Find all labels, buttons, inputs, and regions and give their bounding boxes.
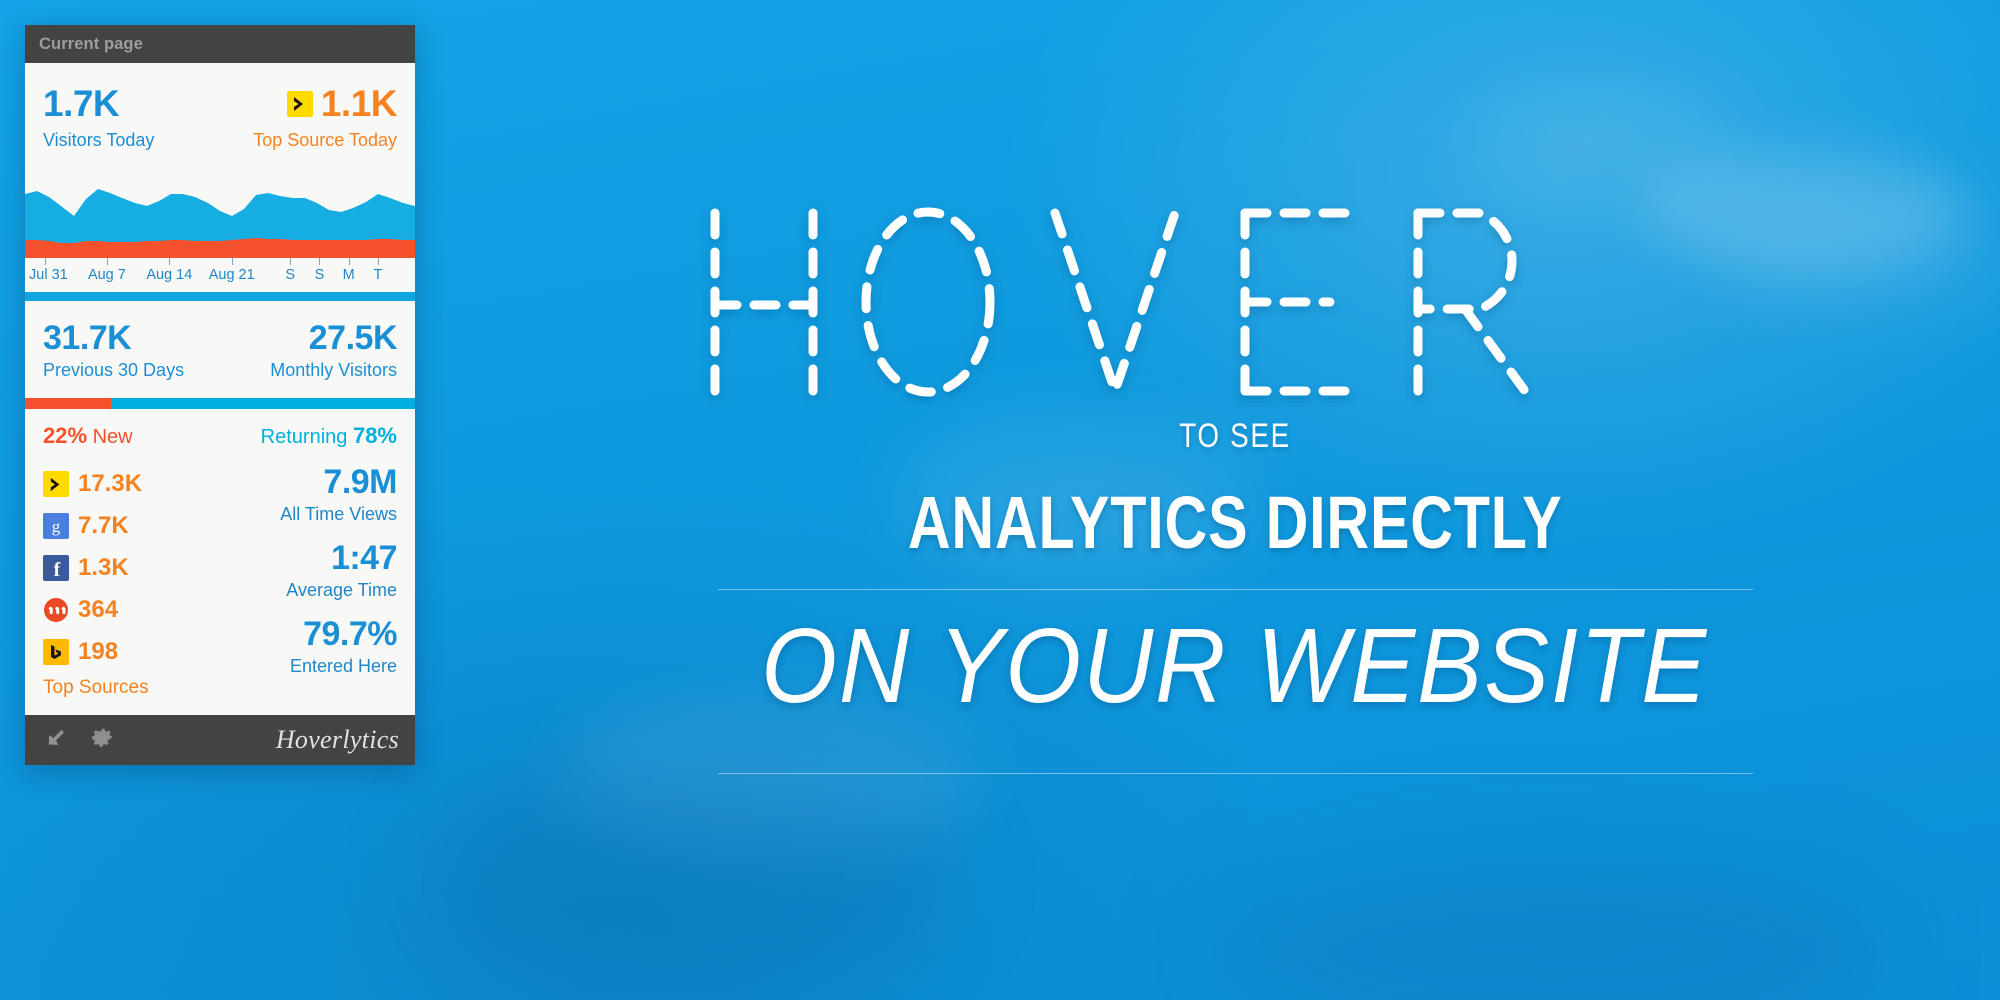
average-time-value: 1:47 <box>330 539 398 578</box>
axis-tick <box>377 257 379 265</box>
page-root: Current page 1.7K Visitors Today 1.1K To… <box>0 0 2000 1000</box>
key-metrics: 7.9M All Time Views 1:47 Average Time 79… <box>223 463 397 715</box>
previous-30-days-label: Previous 30 Days <box>43 360 185 381</box>
metric-all-time-views: 7.9M All Time Views <box>223 463 397 525</box>
new-returning-bar <box>25 398 415 410</box>
axis-tick-label: Aug 14 <box>146 266 193 283</box>
widget-title: Current page <box>39 34 143 53</box>
source-row-facebook[interactable]: f 1.3K <box>43 547 213 589</box>
svg-text:g: g <box>52 517 61 536</box>
hero-subline: TO SEE <box>1179 416 1291 455</box>
bing-icon <box>43 639 69 666</box>
arrow-down-left-icon[interactable] <box>41 725 67 756</box>
axis-tick-label: Aug 7 <box>87 266 126 283</box>
returning-visitors-label: Returning <box>260 426 348 449</box>
returning-visitors-stat: Returning 78% <box>261 423 397 449</box>
all-time-views-label: All Time Views <box>280 504 397 525</box>
chart-axis: Jul 31 Aug 7 Aug 14 Aug 21 S S M T <box>25 257 415 292</box>
source-value: 364 <box>78 596 119 624</box>
visitors-area-chart <box>25 165 415 258</box>
analytics-widget: Current page 1.7K Visitors Today 1.1K To… <box>25 25 415 765</box>
hero-divider-top <box>717 588 1753 590</box>
top-sources-label: Top Sources <box>43 677 149 699</box>
source-row-stumbleupon[interactable]: 364 <box>43 589 213 631</box>
source-value: 7.7K <box>78 512 129 540</box>
source-row-yahoo[interactable]: 17.3K <box>43 463 213 505</box>
previous-30-days-value: 31.7K <box>43 318 132 357</box>
new-returning-labels: 22% New Returning 78% <box>25 409 415 460</box>
axis-tick-label: T <box>373 266 383 283</box>
new-visitors-stat: 22% New <box>43 423 133 449</box>
hero-line-two: ANALYTICS DIRECTLY <box>907 480 1563 564</box>
source-row-google[interactable]: g 7.7K <box>43 505 213 547</box>
top-source-today-label: Top Source Today <box>253 129 397 150</box>
widget-header: Current page <box>25 25 415 63</box>
axis-tick-label: Aug 21 <box>208 266 255 283</box>
axis-tick <box>290 257 292 265</box>
top-source-today-value: 1.1K <box>320 83 398 124</box>
chart-svg <box>25 188 415 258</box>
brand-name: Hoverlytics <box>275 725 399 754</box>
axis-tick <box>319 257 321 265</box>
entered-here-label: Entered Here <box>289 656 397 677</box>
stat-monthly-visitors: 27.5K Monthly Visitors <box>270 318 398 381</box>
yahoo-icon <box>43 471 69 498</box>
new-visitors-percent: 22% <box>43 423 88 449</box>
svg-text:f: f <box>54 559 61 579</box>
hover-headline-svg <box>710 207 1530 405</box>
stumbleupon-icon <box>43 597 69 623</box>
axis-tick <box>348 257 350 265</box>
new-visitors-label: New <box>92 426 133 449</box>
source-row-bing[interactable]: 198 <box>43 631 213 673</box>
hero-headline-wrap <box>685 197 1785 407</box>
mid-stats-row: 31.7K Previous 30 Days 27.5K Monthly Vis… <box>25 300 415 399</box>
new-visitors-segment <box>25 398 111 410</box>
entered-here-value: 79.7% <box>303 615 397 654</box>
visitors-today-value: 1.7K <box>43 83 120 124</box>
axis-tick-label: S <box>314 266 325 283</box>
gear-icon[interactable] <box>89 725 115 756</box>
stat-previous-30-days: 31.7K Previous 30 Days <box>43 318 185 381</box>
axis-tick-label: M <box>342 266 355 283</box>
hero-line-three: ON YOUR WEBSITE <box>761 606 1709 725</box>
source-value: 17.3K <box>78 470 143 498</box>
widget-footer: Hoverlytics <box>25 715 415 765</box>
hero-panel: TO SEE ANALYTICS DIRECTLY ON YOUR WEBSIT… <box>470 0 2000 1000</box>
visitors-today-label: Visitors Today <box>43 129 155 150</box>
axis-tick-label: S <box>285 266 296 283</box>
facebook-icon: f <box>43 555 69 582</box>
average-time-label: Average Time <box>286 580 397 601</box>
hero-divider-bottom <box>717 772 1753 774</box>
top-stats-row: 1.7K Visitors Today 1.1K Top Source Toda… <box>25 63 415 166</box>
monthly-visitors-label: Monthly Visitors <box>270 360 397 381</box>
stat-top-source-today: 1.1K Top Source Today <box>253 83 398 150</box>
axis-tick-label: Jul 31 <box>29 266 68 283</box>
all-time-views-value: 7.9M <box>323 463 397 502</box>
stat-visitors-today: 1.7K Visitors Today <box>43 83 155 150</box>
returning-visitors-segment <box>110 398 415 410</box>
source-value: 198 <box>78 638 119 666</box>
metric-average-time: 1:47 Average Time <box>223 539 397 601</box>
axis-tick <box>106 257 108 265</box>
axis-tick <box>44 257 46 265</box>
returning-visitors-percent: 78% <box>352 423 397 449</box>
top-sources-list: 17.3K g 7.7K f 1.3K 364 198 Top Sources <box>43 463 213 715</box>
source-value: 1.3K <box>78 554 129 582</box>
google-icon: g <box>43 513 69 540</box>
axis-tick <box>169 257 171 265</box>
metric-entered-here: 79.7% Entered Here <box>223 615 398 677</box>
monthly-visitors-value: 27.5K <box>308 318 398 357</box>
section-divider <box>25 291 415 301</box>
widget-body: 17.3K g 7.7K f 1.3K 364 198 Top Sources … <box>25 459 415 715</box>
yahoo-icon <box>286 91 313 118</box>
axis-tick <box>231 257 233 265</box>
